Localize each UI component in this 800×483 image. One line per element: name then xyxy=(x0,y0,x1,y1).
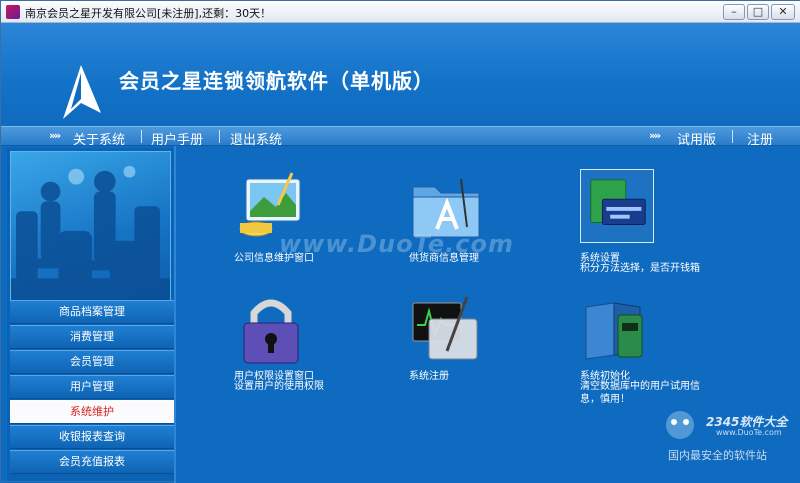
sidebar-item-members[interactable]: 会员管理 xyxy=(10,350,174,374)
watermark-tagline: 国内最安全的软件站 xyxy=(668,449,767,462)
maximize-icon: □ xyxy=(752,5,764,18)
maximize-button[interactable]: □ xyxy=(747,4,769,20)
brand-title: 会员之星连锁领航软件（单机版） xyxy=(119,69,434,93)
title-bar[interactable]: 南京会员之星开发有限公司[未注册],还剩：30天！ – □ ✕ xyxy=(1,1,800,23)
nav-left-arrows-icon: »» xyxy=(49,129,61,142)
nav-divider xyxy=(141,130,142,143)
close-button[interactable]: ✕ xyxy=(771,4,795,20)
register-monitor-icon xyxy=(412,296,478,360)
nav-divider xyxy=(219,130,220,143)
mascot-icon xyxy=(666,411,694,439)
feature-description: 息，慎用！ xyxy=(580,394,630,405)
header-banner: 会员之星连锁领航软件（单机版） xyxy=(1,23,800,126)
top-nav: »» 关于系统 用户手册 退出系统 »» 试用版 注册 xyxy=(1,126,800,148)
feature-description: 设置用户的使用权限 xyxy=(234,381,324,392)
minimize-button[interactable]: – xyxy=(723,4,745,20)
sidebar-item-recharge-report[interactable]: 会员充值报表 xyxy=(10,450,174,474)
nav-divider xyxy=(732,130,733,143)
minimize-icon: – xyxy=(731,5,737,18)
system-settings-icon xyxy=(580,169,654,243)
sidebar: 商品档案管理 消费管理 会员管理 用户管理 系统维护 收银报表查询 会员充值报表 xyxy=(7,148,174,481)
site-watermark-logo: 2345软件大全 www.DuoTe.com xyxy=(656,401,796,447)
app-window: 南京会员之星开发有限公司[未注册],还剩：30天！ – □ ✕ 会员之星连锁领航… xyxy=(0,0,800,483)
brand-logo-icon xyxy=(63,65,101,119)
sidebar-item-consumption[interactable]: 消费管理 xyxy=(10,325,174,349)
window-title: 南京会员之星开发有限公司[未注册],还剩：30天！ xyxy=(25,7,272,20)
close-icon: ✕ xyxy=(778,5,788,18)
watermark-text: www.DuoTe.com xyxy=(279,230,514,258)
sidebar-item-users[interactable]: 用户管理 xyxy=(10,375,174,399)
padlock-icon xyxy=(243,299,299,364)
nav-about-system[interactable]: 关于系统 xyxy=(73,129,125,148)
app-icon xyxy=(6,5,20,19)
sidebar-item-cashier-report[interactable]: 收银报表查询 xyxy=(10,425,174,449)
feature-description: 清空数据库中的用户试用信 xyxy=(580,381,700,392)
watermark-site: www.DuoTe.com xyxy=(716,428,782,437)
sidebar-item-product-archive[interactable]: 商品档案管理 xyxy=(10,300,174,324)
init-book-icon xyxy=(585,302,643,360)
feature-label: 系统注册 xyxy=(409,371,449,382)
sidebar-item-system-maintenance[interactable]: 系统维护 xyxy=(10,400,174,424)
nav-right-arrows-icon: »» xyxy=(649,129,661,142)
feature-description: 积分方法选择，是否开钱箱 xyxy=(580,263,700,274)
chess-banner-image xyxy=(10,151,171,301)
